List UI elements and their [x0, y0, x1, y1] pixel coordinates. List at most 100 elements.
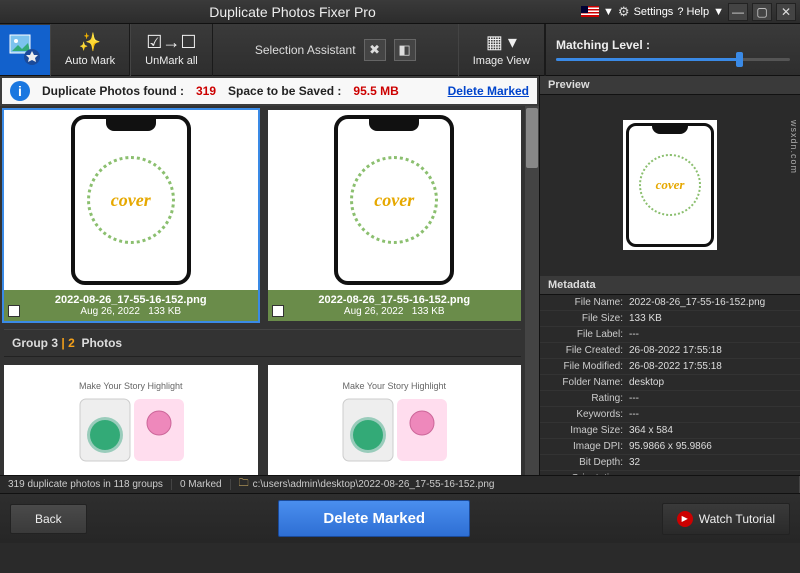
metadata-row: Orientation:--- [540, 471, 800, 476]
sa-erase-button[interactable]: ◧ [394, 39, 416, 61]
preview-title: Preview [540, 76, 800, 95]
flag-us-icon[interactable] [581, 6, 599, 17]
metadata-row: Keywords:--- [540, 407, 800, 423]
matching-slider[interactable] [556, 58, 790, 61]
metadata-key: Orientation: [544, 473, 629, 476]
metadata-key: File Size: [544, 313, 629, 324]
card-filename: 2022-08-26_17-55-16-152.png [272, 294, 518, 306]
watermark: wsxdn.com [789, 120, 799, 174]
titlebar: Duplicate Photos Fixer Pro ▼ ⚙ Settings … [0, 0, 800, 24]
metadata-row: File Size:133 KB [540, 311, 800, 327]
metadata-value: 364 x 584 [629, 425, 796, 436]
story-caption: Make Your Story Highlight [342, 381, 446, 391]
wand-icon: ✨ [79, 32, 101, 53]
metadata-key: File Label: [544, 329, 629, 340]
metadata-row: File Created:26-08-2022 17:55:18 [540, 343, 800, 359]
metadata-key: Image DPI: [544, 441, 629, 452]
metadata-value: 26-08-2022 17:55:18 [629, 361, 796, 372]
metadata-title: Metadata [540, 276, 800, 295]
unmark-icon: ☑→☐ [146, 32, 196, 53]
right-panel: Preview cover Metadata File Name:2022-08… [539, 76, 800, 475]
preview-area: cover [540, 95, 800, 276]
help-dropdown[interactable]: ▼ [713, 6, 724, 18]
metadata-value: --- [629, 409, 796, 420]
image-view-button[interactable]: ▦ ▾ Image View [458, 24, 545, 76]
card-footer: 2022-08-26_17-55-16-152.png Aug 26, 2022… [4, 290, 258, 321]
left-panel: i Duplicate Photos found : 319 Space to … [0, 76, 539, 475]
folder-icon: 🗀 [239, 476, 249, 493]
metadata-key: Keywords: [544, 409, 629, 420]
metadata-value: --- [629, 393, 796, 404]
automark-label: Auto Mark [65, 55, 115, 67]
metadata-row: Folder Name:desktop [540, 375, 800, 391]
metadata-value: 133 KB [629, 313, 796, 324]
metadata-key: Bit Depth: [544, 457, 629, 468]
status-path: 🗀 c:\users\admin\desktop\2022-08-26_17-5… [231, 476, 800, 493]
metadata-value: 26-08-2022 17:55:18 [629, 345, 796, 356]
photo-card[interactable]: Make Your Story Highlight [268, 365, 522, 475]
back-button[interactable]: Back [10, 504, 87, 534]
card-checkbox[interactable] [272, 305, 284, 317]
thumbnail: cover [268, 110, 522, 290]
selection-assistant-label: Selection Assistant [255, 43, 356, 57]
play-icon: ▶ [677, 511, 693, 527]
close-button[interactable]: ✕ [776, 3, 796, 21]
matching-level-label: Matching Level : [556, 38, 790, 52]
cover-text: cover [111, 190, 151, 211]
metadata-value: --- [629, 473, 796, 476]
metadata-key: Image Size: [544, 425, 629, 436]
selection-assistant-group: Selection Assistant ✖ ◧ [213, 39, 458, 61]
main-area: i Duplicate Photos found : 319 Space to … [0, 76, 800, 475]
metadata-value: 95.9866 x 95.9866 [629, 441, 796, 452]
metadata-value: 2022-08-26_17-55-16-152.png [629, 297, 796, 308]
help-link[interactable]: ? Help [677, 6, 709, 18]
photo-card[interactable]: cover 2022-08-26_17-55-16-152.png Aug 26… [4, 110, 258, 321]
card-checkbox[interactable] [8, 305, 20, 317]
app-logo-icon [0, 25, 50, 75]
metadata-row: Rating:--- [540, 391, 800, 407]
maximize-button[interactable]: ▢ [752, 3, 772, 21]
photo-card[interactable]: cover 2022-08-26_17-55-16-152.png Aug 26… [268, 110, 522, 321]
gallery-scrollbar[interactable] [525, 106, 539, 475]
delete-marked-link[interactable]: Delete Marked [448, 84, 529, 98]
preview-cover-text: cover [656, 177, 685, 193]
sa-select-button[interactable]: ✖ [364, 39, 386, 61]
gallery: cover 2022-08-26_17-55-16-152.png Aug 26… [0, 106, 525, 475]
metadata-row: File Modified:26-08-2022 17:55:18 [540, 359, 800, 375]
metadata-value: desktop [629, 377, 796, 388]
automark-button[interactable]: ✨ Auto Mark [50, 24, 130, 76]
status-bar: 319 duplicate photos in 118 groups 0 Mar… [0, 475, 800, 493]
stats-bar: i Duplicate Photos found : 319 Space to … [0, 76, 539, 106]
status-marked: 0 Marked [172, 479, 231, 490]
metadata-key: Rating: [544, 393, 629, 404]
cover-text: cover [374, 190, 414, 211]
titlebar-controls: ▼ ⚙ Settings ? Help ▼ — ▢ ✕ [581, 3, 796, 21]
info-icon: i [10, 81, 30, 101]
metadata-key: File Modified: [544, 361, 629, 372]
settings-link[interactable]: Settings [634, 6, 674, 18]
metadata-key: File Name: [544, 297, 629, 308]
metadata-key: File Created: [544, 345, 629, 356]
unmark-button[interactable]: ☑→☐ UnMark all [130, 24, 213, 76]
thumbnail: Make Your Story Highlight [268, 365, 522, 475]
grid-icon: ▦ ▾ [486, 32, 517, 53]
toolbar: ✨ Auto Mark ☑→☐ UnMark all Selection Ass… [0, 24, 800, 76]
delete-marked-button[interactable]: Delete Marked [278, 500, 470, 537]
lang-dropdown[interactable]: ▼ [603, 6, 614, 18]
group-header: Group 3 | 2 Photos [4, 329, 521, 357]
unmark-label: UnMark all [145, 55, 198, 67]
metadata-row: File Name:2022-08-26_17-55-16-152.png [540, 295, 800, 311]
minimize-button[interactable]: — [728, 3, 748, 21]
story-caption: Make Your Story Highlight [79, 381, 183, 391]
space-label: Space to be Saved : [228, 84, 341, 98]
watch-tutorial-button[interactable]: ▶ Watch Tutorial [662, 503, 790, 535]
metadata-row: Image Size:364 x 584 [540, 423, 800, 439]
app-title: Duplicate Photos Fixer Pro [4, 4, 581, 20]
gear-icon: ⚙ [618, 4, 630, 20]
metadata-key: Folder Name: [544, 377, 629, 388]
metadata-value: --- [629, 329, 796, 340]
matching-level-group: Matching Level : [545, 24, 800, 76]
card-filename: 2022-08-26_17-55-16-152.png [8, 294, 254, 306]
photo-card[interactable]: Make Your Story Highlight [4, 365, 258, 475]
found-value: 319 [196, 84, 216, 98]
